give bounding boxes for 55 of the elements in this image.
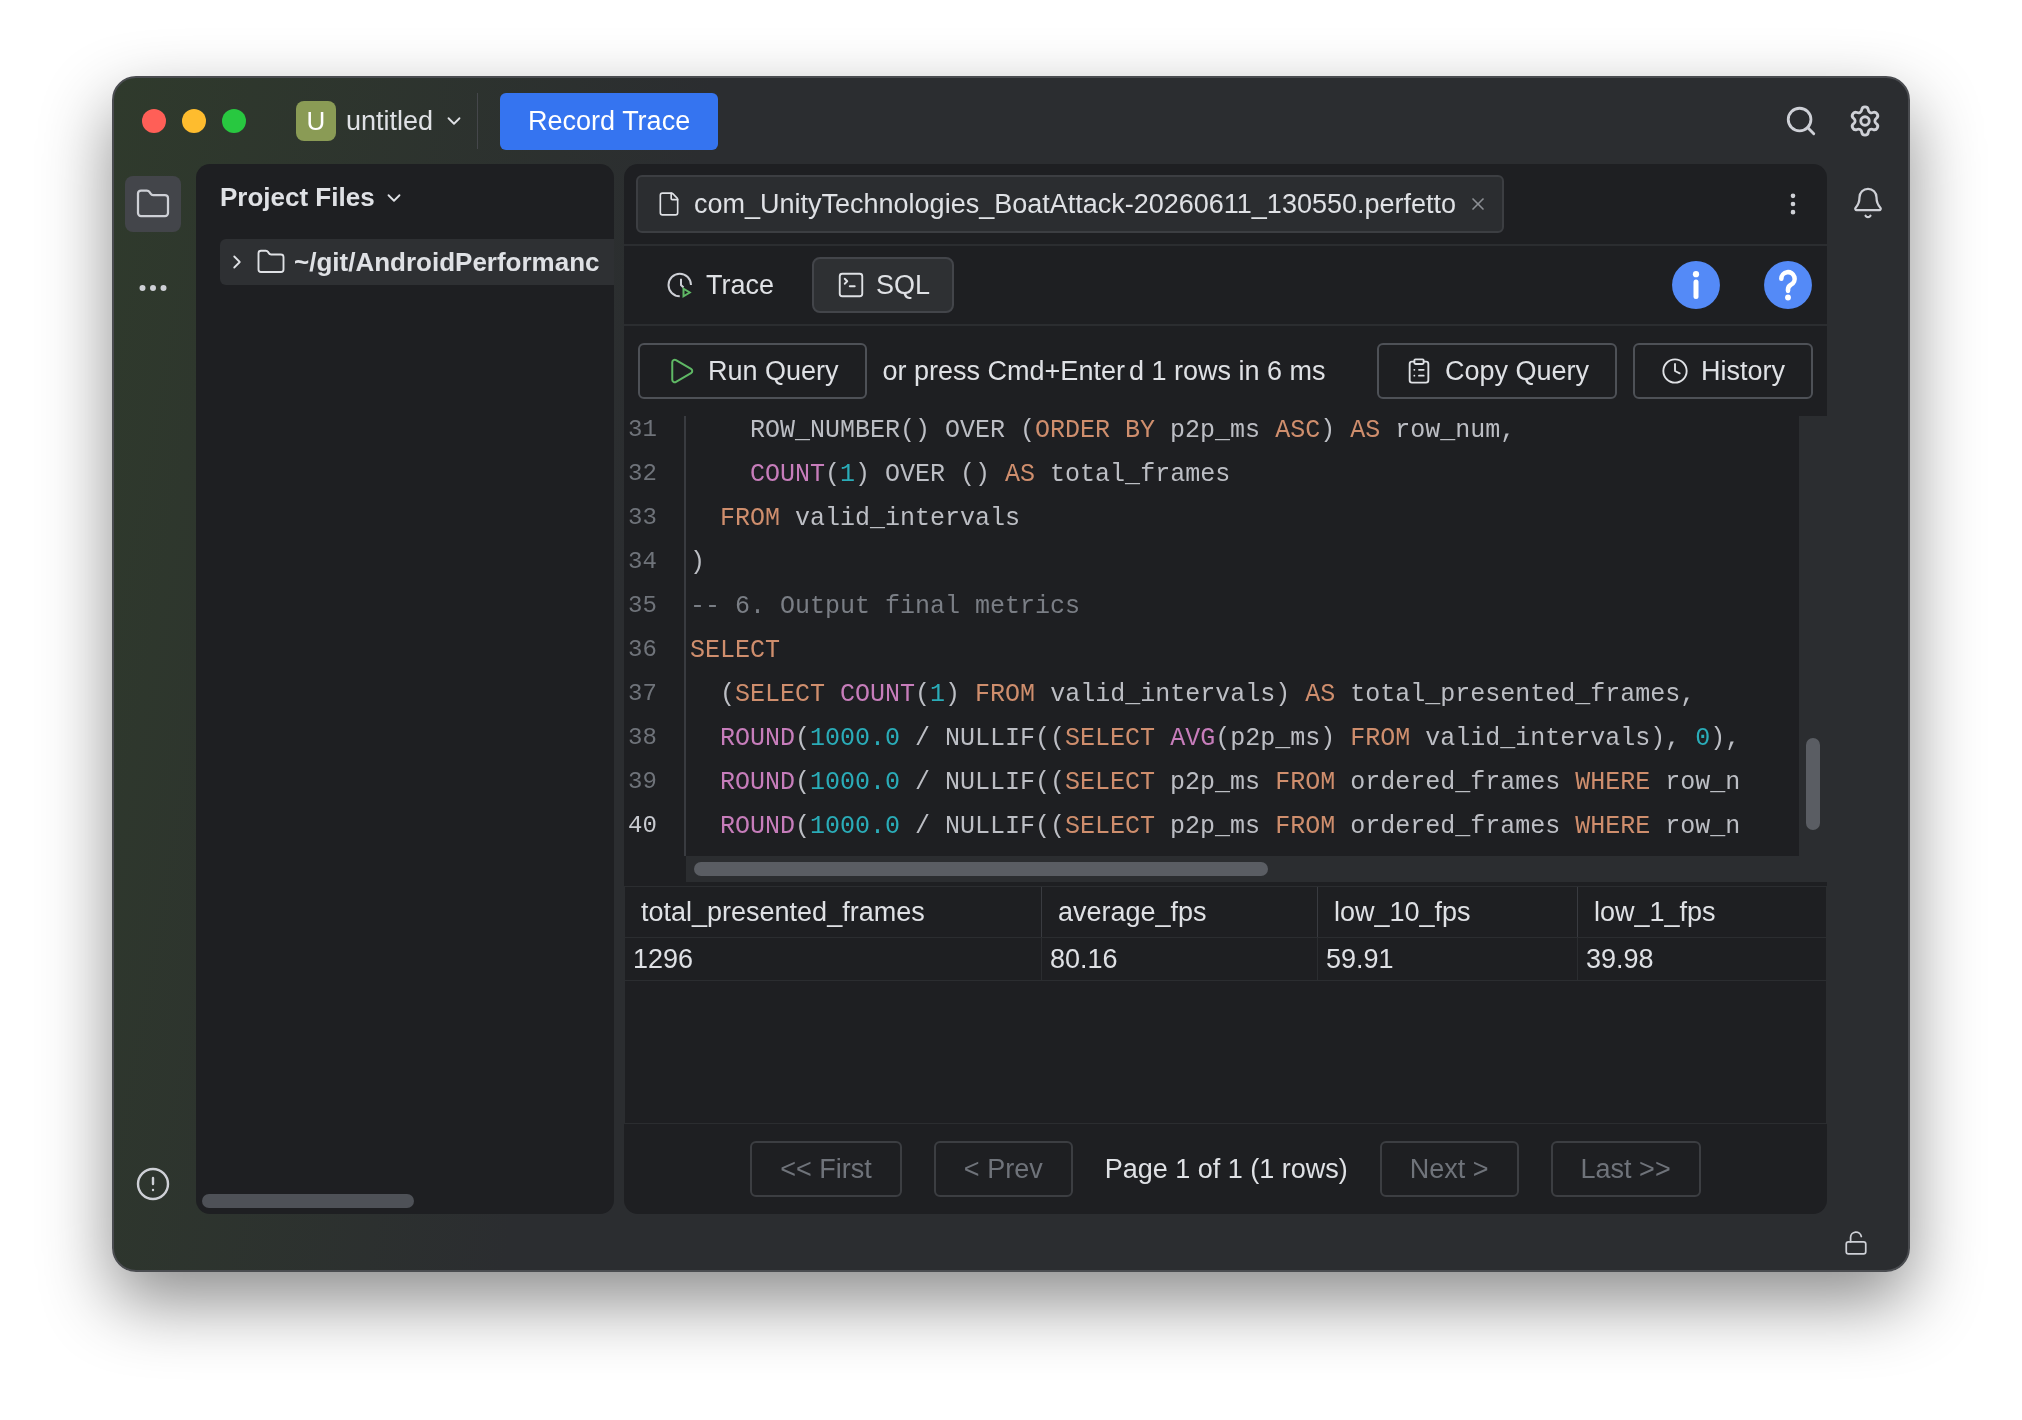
file-tab[interactable]: com_UnityTechnologies_BoatAttack-20260611_130550.perfetto (636, 175, 1505, 233)
code-line: ROUND(1000.0 / NULLIF((SELECT AVG(p2p_ms) FROM valid_intervals), 0), (719, 724, 1742, 755)
scrollbar-thumb[interactable] (694, 862, 1268, 876)
table-cell: 59.91 (1317, 938, 1577, 980)
scrollbar[interactable] (202, 1194, 414, 1208)
folder-icon[interactable] (125, 176, 181, 232)
query-status: d 1 rows in 6 ms (1128, 355, 1326, 387)
file-tab-title: com_UnityTechnologies_BoatAttack-20260611_130550.perfetto (694, 188, 1457, 220)
column-header[interactable]: average_fps (1041, 887, 1317, 937)
line-number: 35 (628, 592, 658, 621)
zoom-window-button[interactable] (222, 109, 246, 133)
line-number: 32 (628, 460, 658, 489)
line-number: 34 (628, 548, 658, 577)
code-line: FROM valid_intervals (719, 504, 1022, 535)
line-number: 31 (628, 416, 658, 445)
line-number: 33 (628, 504, 658, 533)
folder-label: ~/git/AndroidPerformanc (294, 246, 600, 278)
line-number: 39 (628, 768, 658, 797)
code-line: SELECT (690, 636, 781, 667)
table-cell-text: 1296 (632, 943, 695, 976)
view-tab[interactable]: SQL (812, 257, 955, 313)
line-number: 40 (628, 812, 658, 841)
minimize-window-button[interactable] (182, 109, 206, 133)
code-line: ROUND(1000.0 / NULLIF((SELECT p2p_ms FROM ordered_frames WHERE row_n (719, 812, 1742, 843)
code-line: ROW_NUMBER() OVER (ORDER BY p2p_ms ASC) AS row_num, (749, 416, 1517, 447)
project-files-title[interactable]: Project Files (196, 182, 614, 213)
copy-query-button[interactable]: Copy Query (1376, 343, 1617, 399)
scrollbar-thumb[interactable] (1806, 738, 1820, 830)
history-button[interactable]: History (1633, 343, 1813, 399)
column-header[interactable]: low_1_fps (1577, 887, 1826, 937)
clock-icon (1661, 357, 1689, 385)
code-line: (SELECT COUNT(1) FROM valid_intervals) AS total_presented_frames, (719, 680, 1697, 711)
tree-item[interactable]: ~/git/AndroidPerformanc (220, 239, 614, 285)
run-query-button[interactable]: Run Query (638, 343, 867, 399)
close-window-button[interactable] (142, 109, 166, 133)
column-header[interactable]: total_presented_frames (625, 887, 1041, 937)
help-icon[interactable] (1763, 260, 1813, 310)
project-selector[interactable]: U untitled (296, 93, 479, 149)
info-icon[interactable] (1671, 260, 1721, 310)
code-line: -- 6. Output final metrics (690, 592, 1082, 623)
code-line: ) (690, 548, 706, 579)
line-number: 36 (628, 636, 658, 665)
code-line: ROUND(1000.0 / NULLIF((SELECT p2p_ms FROM ordered_frames WHERE row_n (719, 768, 1742, 799)
line-number: 38 (628, 724, 658, 753)
terminal-icon (836, 270, 866, 300)
project-badge: U (296, 101, 336, 141)
column-header[interactable]: low_10_fps (1317, 887, 1577, 937)
table-cell: 80.16 (1041, 938, 1317, 980)
shortcut-hint: or press Cmd+Enter (882, 355, 1125, 387)
view-tab[interactable]: Trace (642, 257, 798, 313)
page-label: Page 1 of 1 (1 rows) (1104, 1153, 1348, 1185)
code-line: COUNT(1) OVER () AS total_frames (749, 460, 1232, 491)
line-number: 37 (628, 680, 658, 709)
record-trace-button[interactable]: Record Trace (500, 92, 719, 150)
table-cell: 39.98 (1577, 938, 1826, 980)
